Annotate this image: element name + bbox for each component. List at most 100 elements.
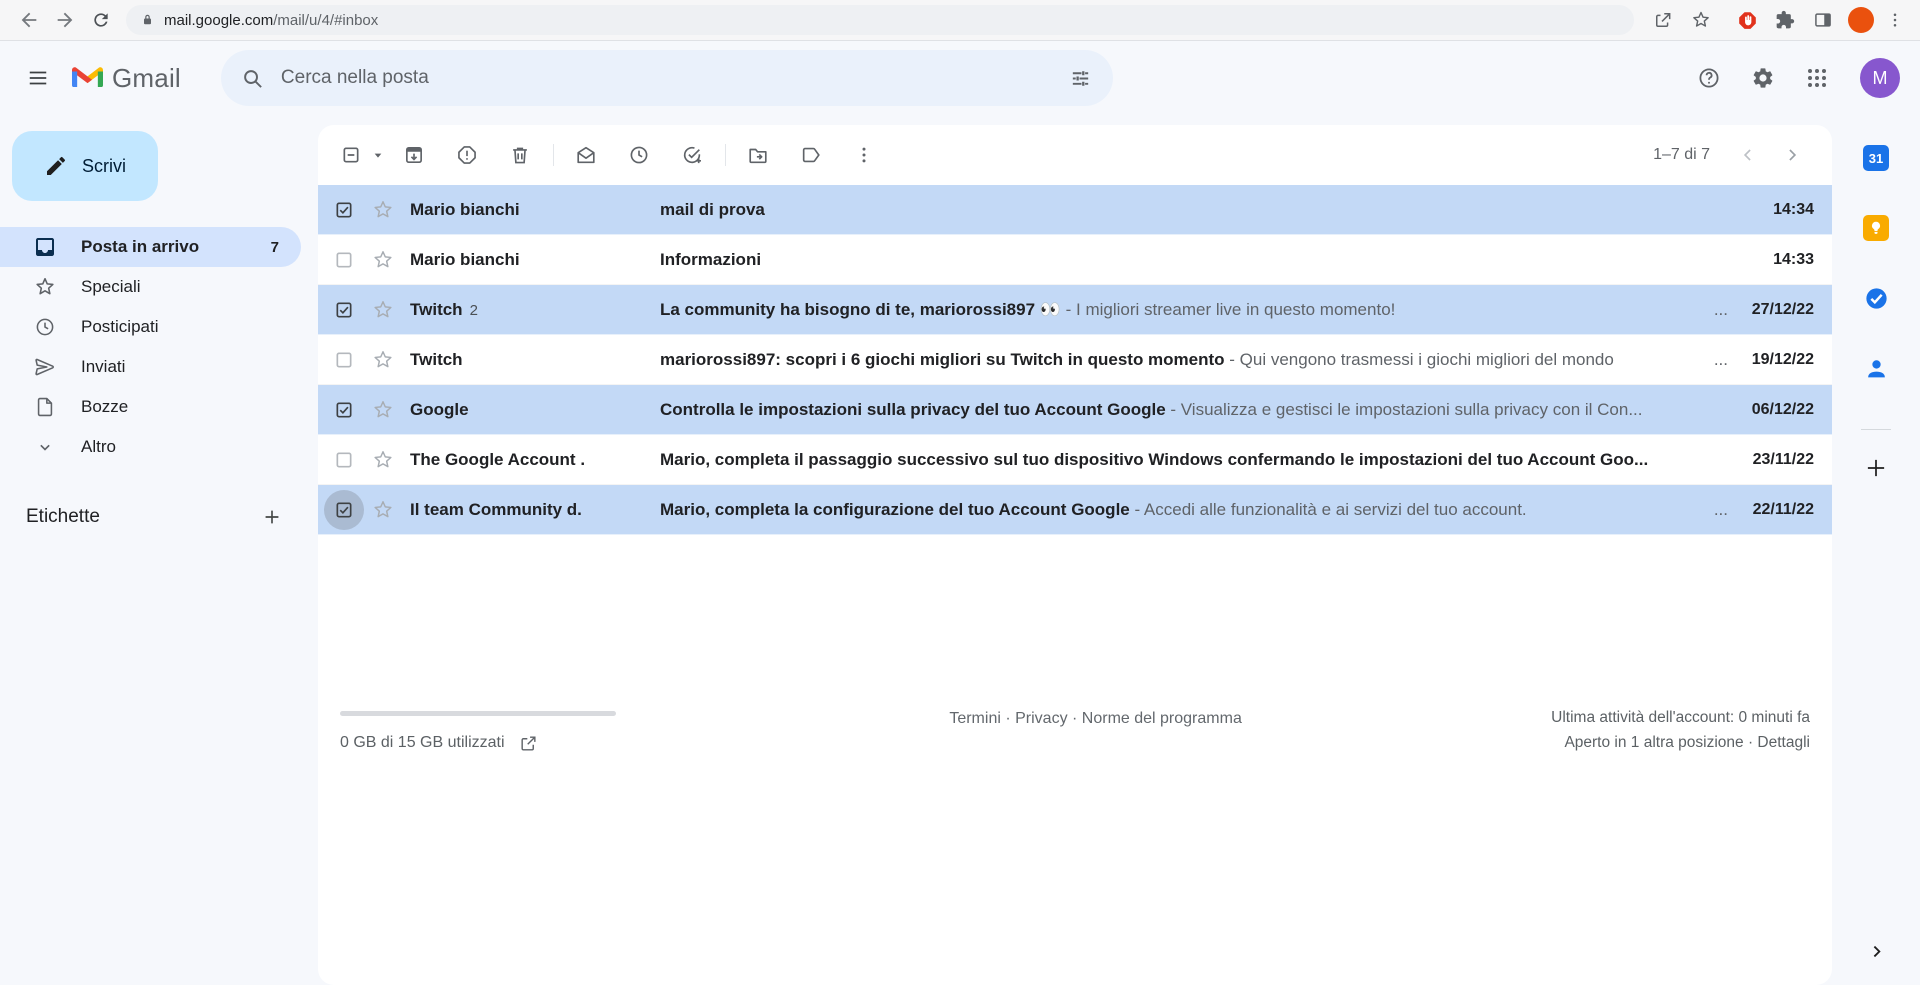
snippet-overflow-ellipsis: ... (1714, 350, 1728, 370)
email-snippet: - Qui vengono trasmessi i giochi miglior… (1225, 350, 1614, 369)
more-options-button[interactable] (842, 133, 886, 177)
email-checkbox[interactable] (334, 200, 354, 220)
email-snippet: - I migliori streamer live in questo mom… (1061, 300, 1395, 319)
browser-menu-button[interactable] (1882, 3, 1908, 37)
get-addons-button[interactable] (1832, 440, 1920, 496)
help-button[interactable] (1686, 55, 1732, 101)
email-row[interactable]: Google Controlla le impostazioni sulla p… (318, 385, 1832, 435)
email-subject-snippet: Mario, completa il passaggio successivo … (660, 450, 1734, 470)
sidebar-item[interactable]: Speciali (0, 267, 301, 307)
add-to-tasks-button[interactable] (670, 133, 714, 177)
browser-back-button[interactable] (12, 3, 46, 37)
email-sender: Twitch (410, 350, 660, 370)
search-icon[interactable] (229, 54, 277, 102)
url-domain: mail.google.com (164, 12, 273, 29)
clock-icon (33, 315, 57, 339)
email-checkbox[interactable] (334, 400, 354, 420)
browser-forward-button[interactable] (48, 3, 82, 37)
search-input[interactable] (277, 67, 1057, 89)
email-row[interactable]: The Google Account . Mario, completa il … (318, 435, 1832, 485)
contacts-icon[interactable] (1832, 333, 1920, 403)
select-all-checkbox[interactable] (334, 133, 368, 177)
create-label-plus-button[interactable] (256, 501, 288, 533)
archive-button[interactable] (392, 133, 436, 177)
email-date: 19/12/22 (1742, 351, 1814, 369)
compose-button[interactable]: Scrivi (12, 131, 158, 201)
email-checkbox[interactable] (334, 450, 354, 470)
labels-header: Etichette (0, 495, 318, 539)
footer-link[interactable]: Norme del programma (1082, 710, 1242, 727)
email-subject: mariorossi897: scopri i 6 giochi miglior… (660, 350, 1225, 369)
bookmark-star-button[interactable] (1684, 3, 1718, 37)
star-icon (33, 275, 57, 299)
footer-link[interactable]: Termini (949, 710, 1001, 727)
star-icon[interactable] (372, 499, 394, 521)
footer-link[interactable]: Privacy (1015, 710, 1067, 727)
email-subject: Informazioni (660, 250, 761, 269)
email-subject: Controlla le impostazioni sulla privacy … (660, 400, 1166, 419)
google-apps-grid-button[interactable] (1794, 55, 1840, 101)
open-in-new-icon[interactable] (517, 731, 541, 755)
email-row[interactable]: Mario bianchi Informazioni 14:33 (318, 235, 1832, 285)
sidebar-item[interactable]: Posta in arrivo 7 (0, 227, 301, 267)
star-icon[interactable] (372, 399, 394, 421)
gmail-m-icon (72, 66, 103, 90)
calendar-icon[interactable]: 31 (1832, 123, 1920, 193)
toolbar-divider (553, 144, 554, 166)
select-dropdown-caret[interactable] (368, 133, 388, 177)
email-sender: Twitch2 (410, 300, 660, 320)
snooze-clock-button[interactable] (617, 133, 661, 177)
browser-reload-button[interactable] (84, 3, 118, 37)
email-checkbox[interactable] (334, 300, 354, 320)
sidebar-item[interactable]: Inviati (0, 347, 301, 387)
gmail-logo[interactable]: Gmail (72, 63, 181, 94)
side-panel-rail: 31 (1832, 115, 1920, 985)
email-subject: La community ha bisogno di te, marioross… (660, 300, 1061, 319)
mark-as-read-button[interactable] (564, 133, 608, 177)
show-side-panel-button[interactable] (1856, 931, 1896, 971)
adblock-extension-icon[interactable] (1730, 3, 1764, 37)
extensions-puzzle-icon[interactable] (1768, 3, 1802, 37)
report-spam-button[interactable] (445, 133, 489, 177)
sidebar-item-label: Posticipati (81, 317, 279, 337)
email-checkbox[interactable] (334, 500, 354, 520)
next-page-button[interactable] (1770, 133, 1814, 177)
url-path: /mail/u/4/#inbox (273, 12, 378, 29)
search-filter-tune-button[interactable] (1057, 54, 1105, 102)
keep-icon[interactable] (1832, 193, 1920, 263)
star-icon[interactable] (372, 299, 394, 321)
sidebar-item[interactable]: Altro (0, 427, 301, 467)
labels-tag-button[interactable] (789, 133, 833, 177)
mail-list-panel: 1–7 di 7 Mario bianchi mail di prova 14:… (318, 125, 1832, 985)
email-sender: Il team Community d. (410, 500, 660, 520)
email-row[interactable]: Twitch2 La community ha bisogno di te, m… (318, 285, 1832, 335)
side-panel-button[interactable] (1806, 3, 1840, 37)
email-subject-snippet: Informazioni (660, 250, 1734, 270)
email-checkbox[interactable] (334, 350, 354, 370)
email-date: 27/12/22 (1742, 301, 1814, 319)
email-checkbox[interactable] (334, 250, 354, 270)
main-menu-hamburger-button[interactable] (14, 54, 62, 102)
delete-trash-button[interactable] (498, 133, 542, 177)
url-bar[interactable]: mail.google.com/mail/u/4/#inbox (126, 5, 1634, 35)
settings-gear-button[interactable] (1740, 55, 1786, 101)
email-sender: Mario bianchi (410, 250, 660, 270)
account-activity-line2[interactable]: Aperto in 1 altra posizione · Dettagli (1551, 730, 1810, 755)
previous-page-button[interactable] (1726, 133, 1770, 177)
star-icon[interactable] (372, 249, 394, 271)
email-row[interactable]: Il team Community d. Mario, completa la … (318, 485, 1832, 535)
account-avatar[interactable]: M (1860, 58, 1900, 98)
star-icon[interactable] (372, 449, 394, 471)
sidebar-item[interactable]: Bozze (0, 387, 301, 427)
email-date: 14:34 (1742, 201, 1814, 219)
email-row[interactable]: Twitch mariorossi897: scopri i 6 giochi … (318, 335, 1832, 385)
browser-profile-avatar[interactable] (1848, 7, 1874, 33)
tasks-icon[interactable] (1832, 263, 1920, 333)
sidebar-item[interactable]: Posticipati (0, 307, 301, 347)
star-icon[interactable] (372, 199, 394, 221)
email-row[interactable]: Mario bianchi mail di prova 14:34 (318, 185, 1832, 235)
share-button[interactable] (1646, 3, 1680, 37)
move-to-folder-button[interactable] (736, 133, 780, 177)
star-icon[interactable] (372, 349, 394, 371)
snippet-overflow-ellipsis: ... (1714, 300, 1728, 320)
